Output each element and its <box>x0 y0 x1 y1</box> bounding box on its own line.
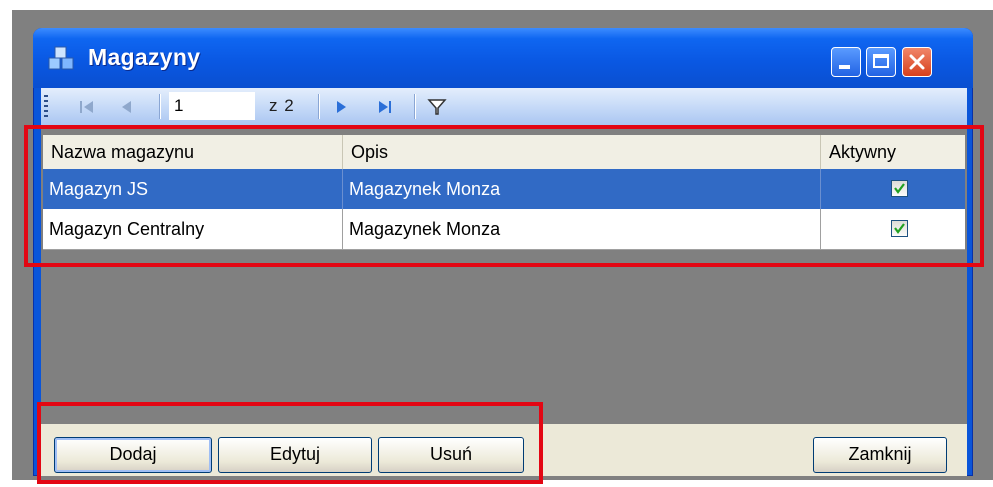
maximize-icon <box>873 54 889 68</box>
boxes-icon <box>48 46 74 70</box>
maximize-button[interactable] <box>866 47 896 77</box>
window-title: Magazyny <box>88 44 201 70</box>
last-page-icon[interactable] <box>375 97 395 117</box>
page-count-label: z 2 <box>269 96 295 115</box>
minimize-icon <box>839 65 850 69</box>
page-number-input[interactable]: 1 <box>169 92 255 120</box>
filter-icon[interactable] <box>427 97 447 117</box>
buttons-highlight-box <box>37 402 543 484</box>
prev-page-icon[interactable] <box>117 97 137 117</box>
navigation-toolbar: 1 z 2 <box>41 88 967 127</box>
toolbar-separator <box>414 94 416 119</box>
title-bar[interactable]: Magazyny <box>33 28 973 88</box>
grid-highlight-box <box>24 125 984 267</box>
close-button[interactable]: Zamknij <box>813 437 947 473</box>
first-page-icon[interactable] <box>77 97 97 117</box>
toolbar-separator <box>159 94 161 119</box>
next-page-icon[interactable] <box>331 97 351 117</box>
toolbar-grip[interactable] <box>44 95 48 119</box>
close-window-button[interactable] <box>902 47 932 77</box>
close-icon <box>909 54 925 70</box>
minimize-button[interactable] <box>831 47 861 77</box>
toolbar-separator <box>318 94 320 119</box>
